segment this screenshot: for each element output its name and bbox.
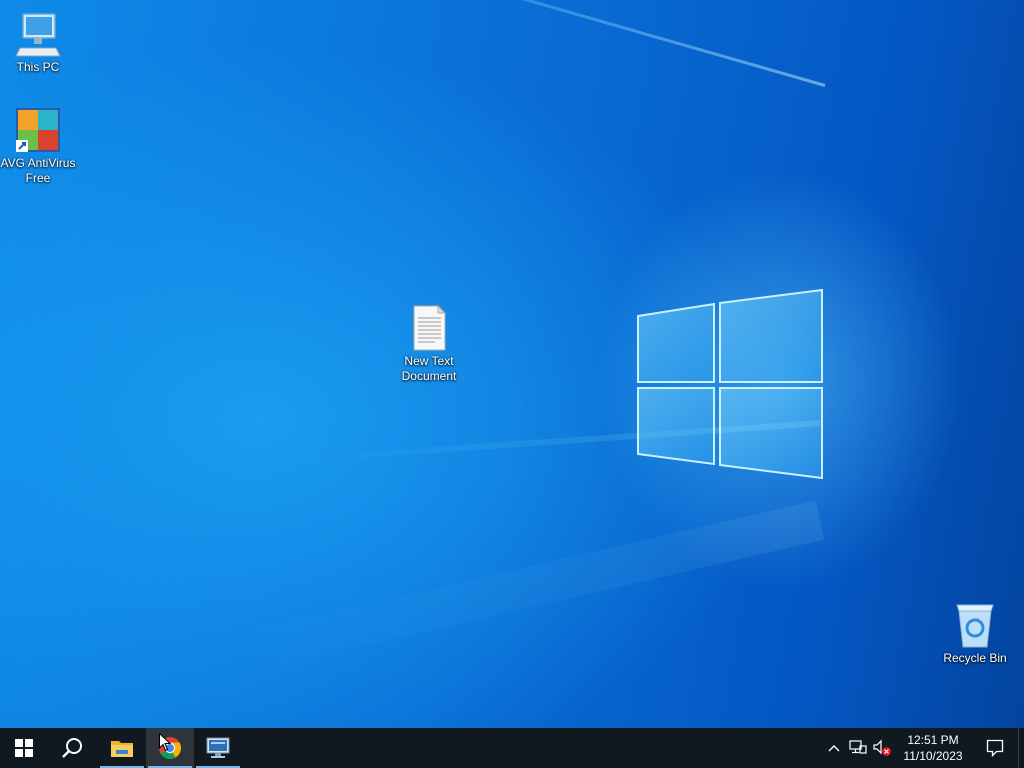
light-beam [211, 500, 825, 679]
action-center-button[interactable] [972, 728, 1018, 768]
network-button[interactable] [846, 728, 870, 768]
desktop[interactable]: This PC AVG AntiVirus Free New Text Docu [0, 0, 1024, 728]
folder-icon [111, 741, 133, 757]
chevron-up-icon [828, 745, 840, 752]
system-tray: 12:51 PM 11/10/2023 [822, 728, 1024, 768]
chrome-icon [159, 737, 181, 759]
start-button[interactable] [0, 728, 48, 768]
desktop-icon-this-pc[interactable]: This PC [0, 10, 76, 75]
show-desktop-button[interactable] [1018, 728, 1024, 768]
taskbar-remote-desktop[interactable] [194, 728, 242, 768]
this-pc-icon [15, 13, 61, 57]
desktop-icon-label: New Text Document [401, 354, 457, 383]
monitor-icon [206, 737, 230, 758]
taskbar-file-explorer[interactable] [98, 728, 146, 768]
recycle-bin-icon [956, 604, 994, 648]
light-beam [118, 0, 826, 87]
desktop-icon-label: This PC [16, 60, 60, 74]
desktop-icon-recycle-bin[interactable]: Recycle Bin [937, 601, 1013, 666]
clock-time: 12:51 PM [907, 733, 959, 747]
show-hidden-icons-button[interactable] [822, 728, 846, 768]
desktop-icon-avg-antivirus[interactable]: AVG AntiVirus Free [0, 106, 76, 186]
volume-muted-icon [873, 739, 891, 756]
network-icon [849, 740, 867, 754]
clock-date: 11/10/2023 [903, 749, 963, 763]
taskbar: 12:51 PM 11/10/2023 [0, 728, 1024, 768]
desktop-icon-label: AVG AntiVirus Free [0, 156, 76, 185]
search-icon [62, 738, 82, 758]
text-document-icon [413, 304, 447, 351]
taskbar-chrome[interactable] [146, 728, 194, 768]
avg-antivirus-icon [16, 108, 60, 152]
desktop-icon-label: Recycle Bin [943, 651, 1007, 665]
volume-button[interactable] [870, 728, 894, 768]
windows-logo [637, 288, 823, 480]
windows-start-icon [15, 739, 33, 757]
search-button[interactable] [48, 728, 96, 768]
desktop-icon-new-text-document[interactable]: New Text Document [391, 304, 467, 384]
action-center-icon [986, 739, 1004, 757]
clock[interactable]: 12:51 PM 11/10/2023 [894, 728, 972, 768]
